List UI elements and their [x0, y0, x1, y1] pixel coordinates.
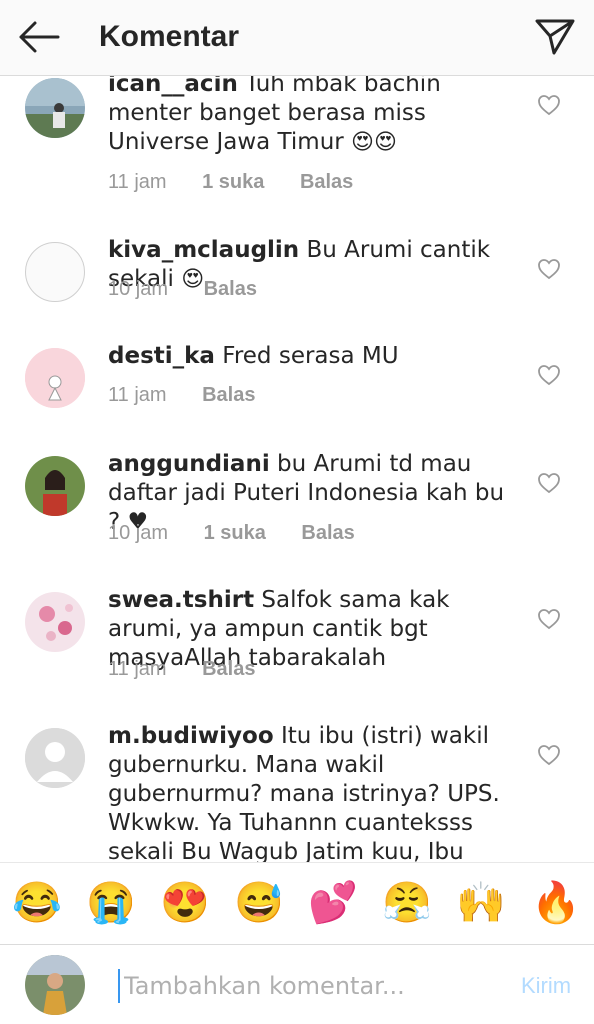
- current-user-avatar: [25, 955, 85, 1015]
- like-button[interactable]: [537, 258, 561, 280]
- heart-icon: [538, 609, 560, 630]
- comment-time: 11 jam: [108, 171, 167, 193]
- back-button[interactable]: [18, 20, 60, 54]
- heart-icon: [538, 95, 560, 116]
- comment-meta: 10 jam 1 suka Balas: [108, 522, 355, 545]
- comment-item: ican__acin Tuh mbak bachin menter banget…: [0, 76, 594, 216]
- comment-likes[interactable]: 1 suka: [202, 171, 264, 194]
- comment-username[interactable]: kiva_mclauglin: [108, 237, 299, 263]
- comment-item: kiva_mclauglin Bu Arumi cantik sekali 😍 …: [0, 236, 594, 326]
- emoji-sob-button[interactable]: 😭: [85, 877, 137, 929]
- default-avatar-icon: [25, 728, 85, 788]
- comment-item: swea.tshirt Salfok sama kak arumi, ya am…: [0, 586, 594, 706]
- reply-button[interactable]: Balas: [300, 171, 353, 194]
- emoji-two-hearts-button[interactable]: 💕: [307, 877, 359, 929]
- comment-body: ican__acin Tuh mbak bachin menter banget…: [108, 76, 518, 157]
- emoji-triumph-button[interactable]: 😤: [381, 877, 433, 929]
- heart-icon: [538, 473, 560, 494]
- comment-text: Fred serasa MU: [222, 343, 399, 369]
- comment-time: 10 jam: [108, 278, 169, 300]
- comment-time: 11 jam: [108, 384, 167, 406]
- direct-message-button[interactable]: [534, 16, 576, 56]
- like-button[interactable]: [537, 608, 561, 630]
- comment-item: desti_ka Fred serasa MU 11 jam Balas: [0, 342, 594, 432]
- comment-meta: 11 jam Balas: [108, 658, 255, 681]
- avatar[interactable]: [25, 456, 85, 516]
- like-button[interactable]: [537, 94, 561, 116]
- emoji-sweat-smile-button[interactable]: 😅: [233, 877, 285, 929]
- reply-button[interactable]: Balas: [301, 522, 354, 545]
- comment-body: desti_ka Fred serasa MU: [108, 342, 518, 371]
- comment-meta: 10 jam Balas: [108, 278, 257, 301]
- emoji-quick-bar: 😂 😭 😍 😅 💕 😤 🙌 🔥: [0, 862, 594, 944]
- like-button[interactable]: [537, 744, 561, 766]
- heart-icon: [538, 365, 560, 386]
- like-button[interactable]: [537, 472, 561, 494]
- comment-emoji: 😍😍: [351, 130, 397, 155]
- comment-time: 10 jam: [108, 522, 169, 544]
- like-button[interactable]: [537, 364, 561, 386]
- page-title: Komentar: [99, 20, 240, 53]
- top-bar: Komentar: [0, 0, 594, 76]
- comment-composer: Kirim: [0, 944, 594, 1024]
- emoji-heart-eyes-button[interactable]: 😍: [159, 877, 211, 929]
- emoji-fire-button[interactable]: 🔥: [530, 877, 582, 929]
- arrow-left-icon: [19, 21, 60, 53]
- avatar[interactable]: [25, 592, 85, 652]
- comment-likes[interactable]: 1 suka: [204, 522, 266, 545]
- comment-meta: 11 jam Balas: [108, 384, 255, 407]
- avatar[interactable]: [25, 78, 85, 138]
- avatar[interactable]: [25, 348, 85, 408]
- comment-input[interactable]: [118, 969, 506, 1003]
- comment-username[interactable]: anggundiani: [108, 451, 270, 477]
- paper-plane-icon: [535, 19, 575, 55]
- comment-item: m.budiwiyoo Itu ibu (istri) wakil gubern…: [0, 722, 594, 862]
- comment-meta: 11 jam 1 suka Balas: [108, 171, 353, 194]
- avatar[interactable]: [25, 728, 85, 788]
- comment-username[interactable]: desti_ka: [108, 343, 215, 369]
- emoji-raised-hands-button[interactable]: 🙌: [455, 877, 507, 929]
- avatar[interactable]: [25, 242, 85, 302]
- comment-item: anggundiani bu Arumi td mau daftar jadi …: [0, 450, 594, 570]
- comment-username[interactable]: ican__acin: [108, 76, 238, 97]
- comment-username[interactable]: m.budiwiyoo: [108, 723, 274, 749]
- heart-icon: [538, 259, 560, 280]
- comment-list[interactable]: ican__acin Tuh mbak bachin menter banget…: [0, 76, 594, 862]
- comment-body: m.budiwiyoo Itu ibu (istri) wakil gubern…: [108, 722, 518, 862]
- comment-time: 11 jam: [108, 658, 167, 680]
- reply-button[interactable]: Balas: [202, 658, 255, 681]
- reply-button[interactable]: Balas: [204, 278, 257, 301]
- reply-button[interactable]: Balas: [202, 384, 255, 407]
- emoji-joy-button[interactable]: 😂: [11, 877, 63, 929]
- post-button[interactable]: Kirim: [521, 973, 571, 999]
- heart-icon: [538, 745, 560, 766]
- comment-username[interactable]: swea.tshirt: [108, 587, 254, 613]
